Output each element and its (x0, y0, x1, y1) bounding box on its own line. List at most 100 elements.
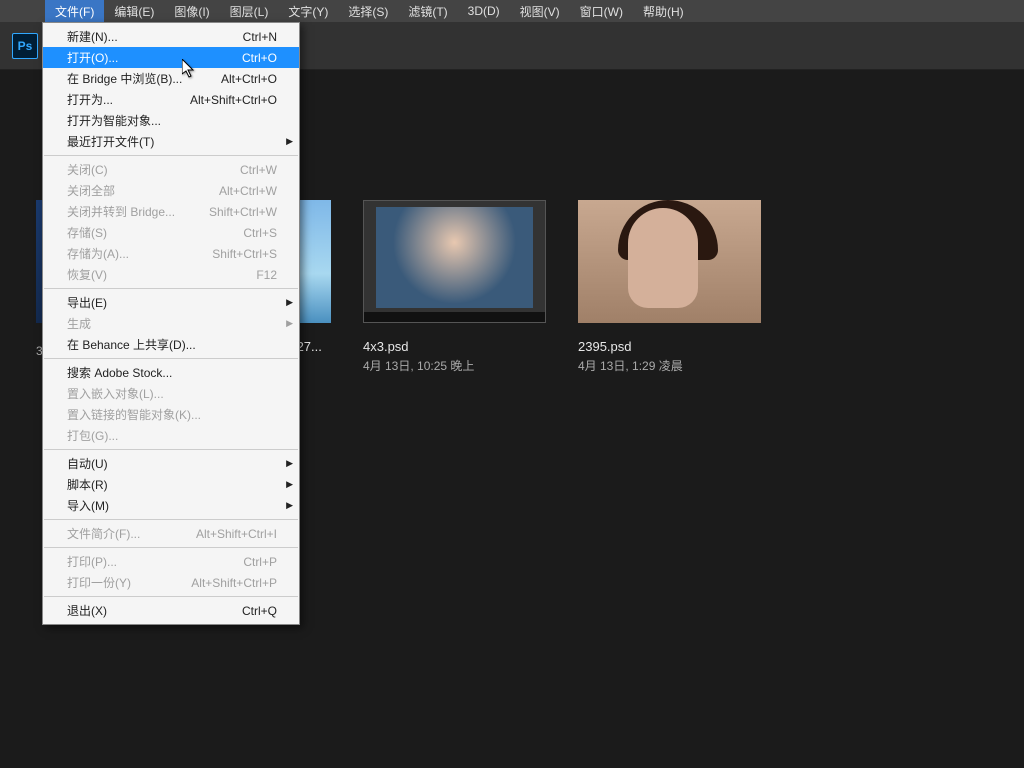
menu-item-label: 置入嵌入对象(L)... (67, 385, 277, 402)
submenu-arrow-icon: ▶ (286, 318, 293, 329)
menu-separator (44, 547, 298, 548)
menu-select[interactable]: 选择(S) (338, 0, 398, 23)
menu-separator (44, 519, 298, 520)
menu-separator (44, 155, 298, 156)
menu-item[interactable]: 最近打开文件(T) ▶ (43, 131, 299, 152)
menu-layer[interactable]: 图层(L) (220, 0, 279, 23)
thumbnail-title: 4x3.psd (363, 339, 546, 354)
menu-item[interactable]: 打开(O)...Ctrl+O (43, 47, 299, 68)
menu-item-label: 导入(M) (67, 497, 277, 514)
app-logo-icon: Ps (12, 33, 38, 59)
menu-item-label: 打开为智能对象... (67, 112, 277, 129)
menu-item-label: 关闭并转到 Bridge... (67, 203, 209, 220)
menu-item[interactable]: 脚本(R) ▶ (43, 474, 299, 495)
menu-item-label: 最近打开文件(T) (67, 133, 277, 150)
menu-item-label: 在 Behance 上共享(D)... (67, 336, 277, 353)
file-menu-dropdown: 新建(N)...Ctrl+N打开(O)...Ctrl+O在 Bridge 中浏览… (42, 22, 300, 625)
menu-item[interactable]: 搜索 Adobe Stock... (43, 362, 299, 383)
submenu-arrow-icon: ▶ (286, 136, 293, 147)
menu-item: 打包(G)... (43, 425, 299, 446)
menu-item-shortcut: Alt+Ctrl+O (221, 72, 277, 86)
submenu-arrow-icon: ▶ (286, 500, 293, 511)
menu-item-label: 导出(E) (67, 294, 277, 311)
menu-item: 置入链接的智能对象(K)... (43, 404, 299, 425)
menu-separator (44, 596, 298, 597)
menu-filter[interactable]: 滤镜(T) (398, 0, 457, 23)
thumbnail-title: 2395.psd (578, 339, 761, 354)
menu-item-label: 置入链接的智能对象(K)... (67, 406, 277, 423)
menu-separator (44, 449, 298, 450)
menu-view[interactable]: 视图(V) (510, 0, 570, 23)
menu-item-shortcut: Alt+Ctrl+W (219, 184, 277, 198)
menu-image[interactable]: 图像(I) (164, 0, 219, 23)
menu-item: 置入嵌入对象(L)... (43, 383, 299, 404)
menu-item-shortcut: Ctrl+O (242, 51, 277, 65)
menu-item-shortcut: Shift+Ctrl+W (209, 205, 277, 219)
recent-file-card[interactable]: 2395.psd 4月 13日, 1:29 凌晨 (578, 200, 761, 374)
menu-item-shortcut: F12 (256, 268, 277, 282)
menu-item-label: 生成 (67, 315, 277, 332)
menu-help[interactable]: 帮助(H) (633, 0, 694, 23)
menu-item[interactable]: 打开为智能对象... (43, 110, 299, 131)
menu-item-label: 恢复(V) (67, 266, 256, 283)
thumbnail-date: 4月 13日, 10:25 晚上 (363, 357, 546, 374)
menu-item[interactable]: 退出(X)Ctrl+Q (43, 600, 299, 621)
menu-item-label: 存储为(A)... (67, 245, 212, 262)
menu-item: 恢复(V)F12 (43, 264, 299, 285)
thumbnail-date: 4月 13日, 1:29 凌晨 (578, 357, 761, 374)
menu-item-label: 存储(S) (67, 224, 243, 241)
menu-item: 存储(S)Ctrl+S (43, 222, 299, 243)
menu-item-shortcut: Alt+Shift+Ctrl+P (191, 576, 277, 590)
menu-separator (44, 358, 298, 359)
menu-item-shortcut: Alt+Shift+Ctrl+O (190, 93, 277, 107)
menu-item: 关闭全部Alt+Ctrl+W (43, 180, 299, 201)
menu-window[interactable]: 窗口(W) (570, 0, 633, 23)
menu-file[interactable]: 文件(F) (45, 0, 104, 23)
menu-item-label: 关闭全部 (67, 182, 219, 199)
menu-item: 文件简介(F)...Alt+Shift+Ctrl+I (43, 523, 299, 544)
menu-type[interactable]: 文字(Y) (278, 0, 338, 23)
menu-item-label: 新建(N)... (67, 28, 243, 45)
menu-item: 存储为(A)...Shift+Ctrl+S (43, 243, 299, 264)
menu-item: 关闭(C)Ctrl+W (43, 159, 299, 180)
menu-item-label: 打印一份(Y) (67, 574, 191, 591)
menu-item-label: 在 Bridge 中浏览(B)... (67, 70, 221, 87)
menu-item-shortcut: Ctrl+P (243, 555, 277, 569)
menu-item-label: 打开为... (67, 91, 190, 108)
menu-3d[interactable]: 3D(D) (458, 1, 510, 21)
menu-item[interactable]: 在 Behance 上共享(D)... (43, 334, 299, 355)
menu-item: 生成 ▶ (43, 313, 299, 334)
menu-item[interactable]: 导入(M) ▶ (43, 495, 299, 516)
recent-file-card[interactable]: 4x3.psd 4月 13日, 10:25 晚上 (363, 200, 546, 374)
menu-item-shortcut: Ctrl+N (243, 30, 277, 44)
menu-item-label: 退出(X) (67, 602, 242, 619)
thumbnail-image (578, 200, 761, 323)
menu-item[interactable]: 打开为...Alt+Shift+Ctrl+O (43, 89, 299, 110)
menu-item[interactable]: 导出(E) ▶ (43, 292, 299, 313)
menu-item[interactable]: 自动(U) ▶ (43, 453, 299, 474)
menu-item-label: 自动(U) (67, 455, 277, 472)
submenu-arrow-icon: ▶ (286, 297, 293, 308)
menubar: 文件(F) 编辑(E) 图像(I) 图层(L) 文字(Y) 选择(S) 滤镜(T… (0, 0, 1024, 22)
submenu-arrow-icon: ▶ (286, 458, 293, 469)
menu-item: 关闭并转到 Bridge...Shift+Ctrl+W (43, 201, 299, 222)
menu-item-label: 打印(P)... (67, 553, 243, 570)
menu-item: 打印一份(Y)Alt+Shift+Ctrl+P (43, 572, 299, 593)
menu-item-label: 打开(O)... (67, 49, 242, 66)
menu-item-label: 文件简介(F)... (67, 525, 196, 542)
menu-item-label: 搜索 Adobe Stock... (67, 364, 277, 381)
menu-item-label: 关闭(C) (67, 161, 240, 178)
menu-item-shortcut: Shift+Ctrl+S (212, 247, 277, 261)
menu-item[interactable]: 在 Bridge 中浏览(B)...Alt+Ctrl+O (43, 68, 299, 89)
submenu-arrow-icon: ▶ (286, 479, 293, 490)
menu-separator (44, 288, 298, 289)
menu-edit[interactable]: 编辑(E) (104, 0, 164, 23)
menu-item[interactable]: 新建(N)...Ctrl+N (43, 26, 299, 47)
menu-item-shortcut: Ctrl+Q (242, 604, 277, 618)
menu-item-shortcut: Ctrl+W (240, 163, 277, 177)
menu-item: 打印(P)...Ctrl+P (43, 551, 299, 572)
menu-item-label: 脚本(R) (67, 476, 277, 493)
menu-item-label: 打包(G)... (67, 427, 277, 444)
menu-item-shortcut: Ctrl+S (243, 226, 277, 240)
menu-item-shortcut: Alt+Shift+Ctrl+I (196, 527, 277, 541)
